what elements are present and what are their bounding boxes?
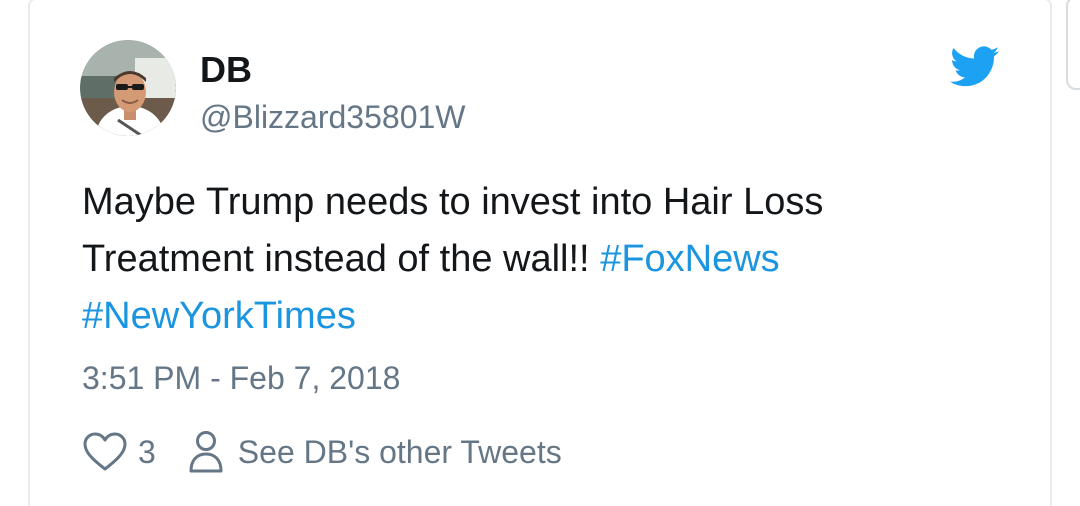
tweet-actions: 3 See DB's other Tweets: [82, 428, 562, 476]
heart-icon[interactable]: [82, 431, 128, 473]
avatar[interactable]: [80, 40, 176, 136]
see-other-tweets-link[interactable]: See DB's other Tweets: [238, 434, 562, 471]
author-handle[interactable]: @Blizzard35801W: [200, 98, 465, 136]
tweet-timestamp[interactable]: 3:51 PM - Feb 7, 2018: [82, 358, 400, 398]
page: DB @Blizzard35801W Maybe Trump needs to …: [0, 0, 1080, 506]
like-count: 3: [138, 433, 156, 470]
tweet-text-line-1: Maybe Trump needs to invest into Hair Lo…: [82, 181, 824, 223]
hashtag-newyorktimes[interactable]: #NewYorkTimes: [82, 295, 356, 337]
person-icon[interactable]: [188, 430, 224, 474]
avatar-image: [80, 40, 176, 136]
tweet-text: Maybe Trump needs to invest into Hair Lo…: [82, 174, 982, 345]
tweet-text-line-2: Treatment instead of the wall!!: [82, 238, 590, 280]
author-display-name[interactable]: DB: [200, 50, 252, 90]
twitter-bird-icon[interactable]: [950, 46, 1000, 88]
adjacent-panel-edge: [1066, 0, 1080, 90]
hashtag-foxnews[interactable]: #FoxNews: [600, 238, 780, 280]
